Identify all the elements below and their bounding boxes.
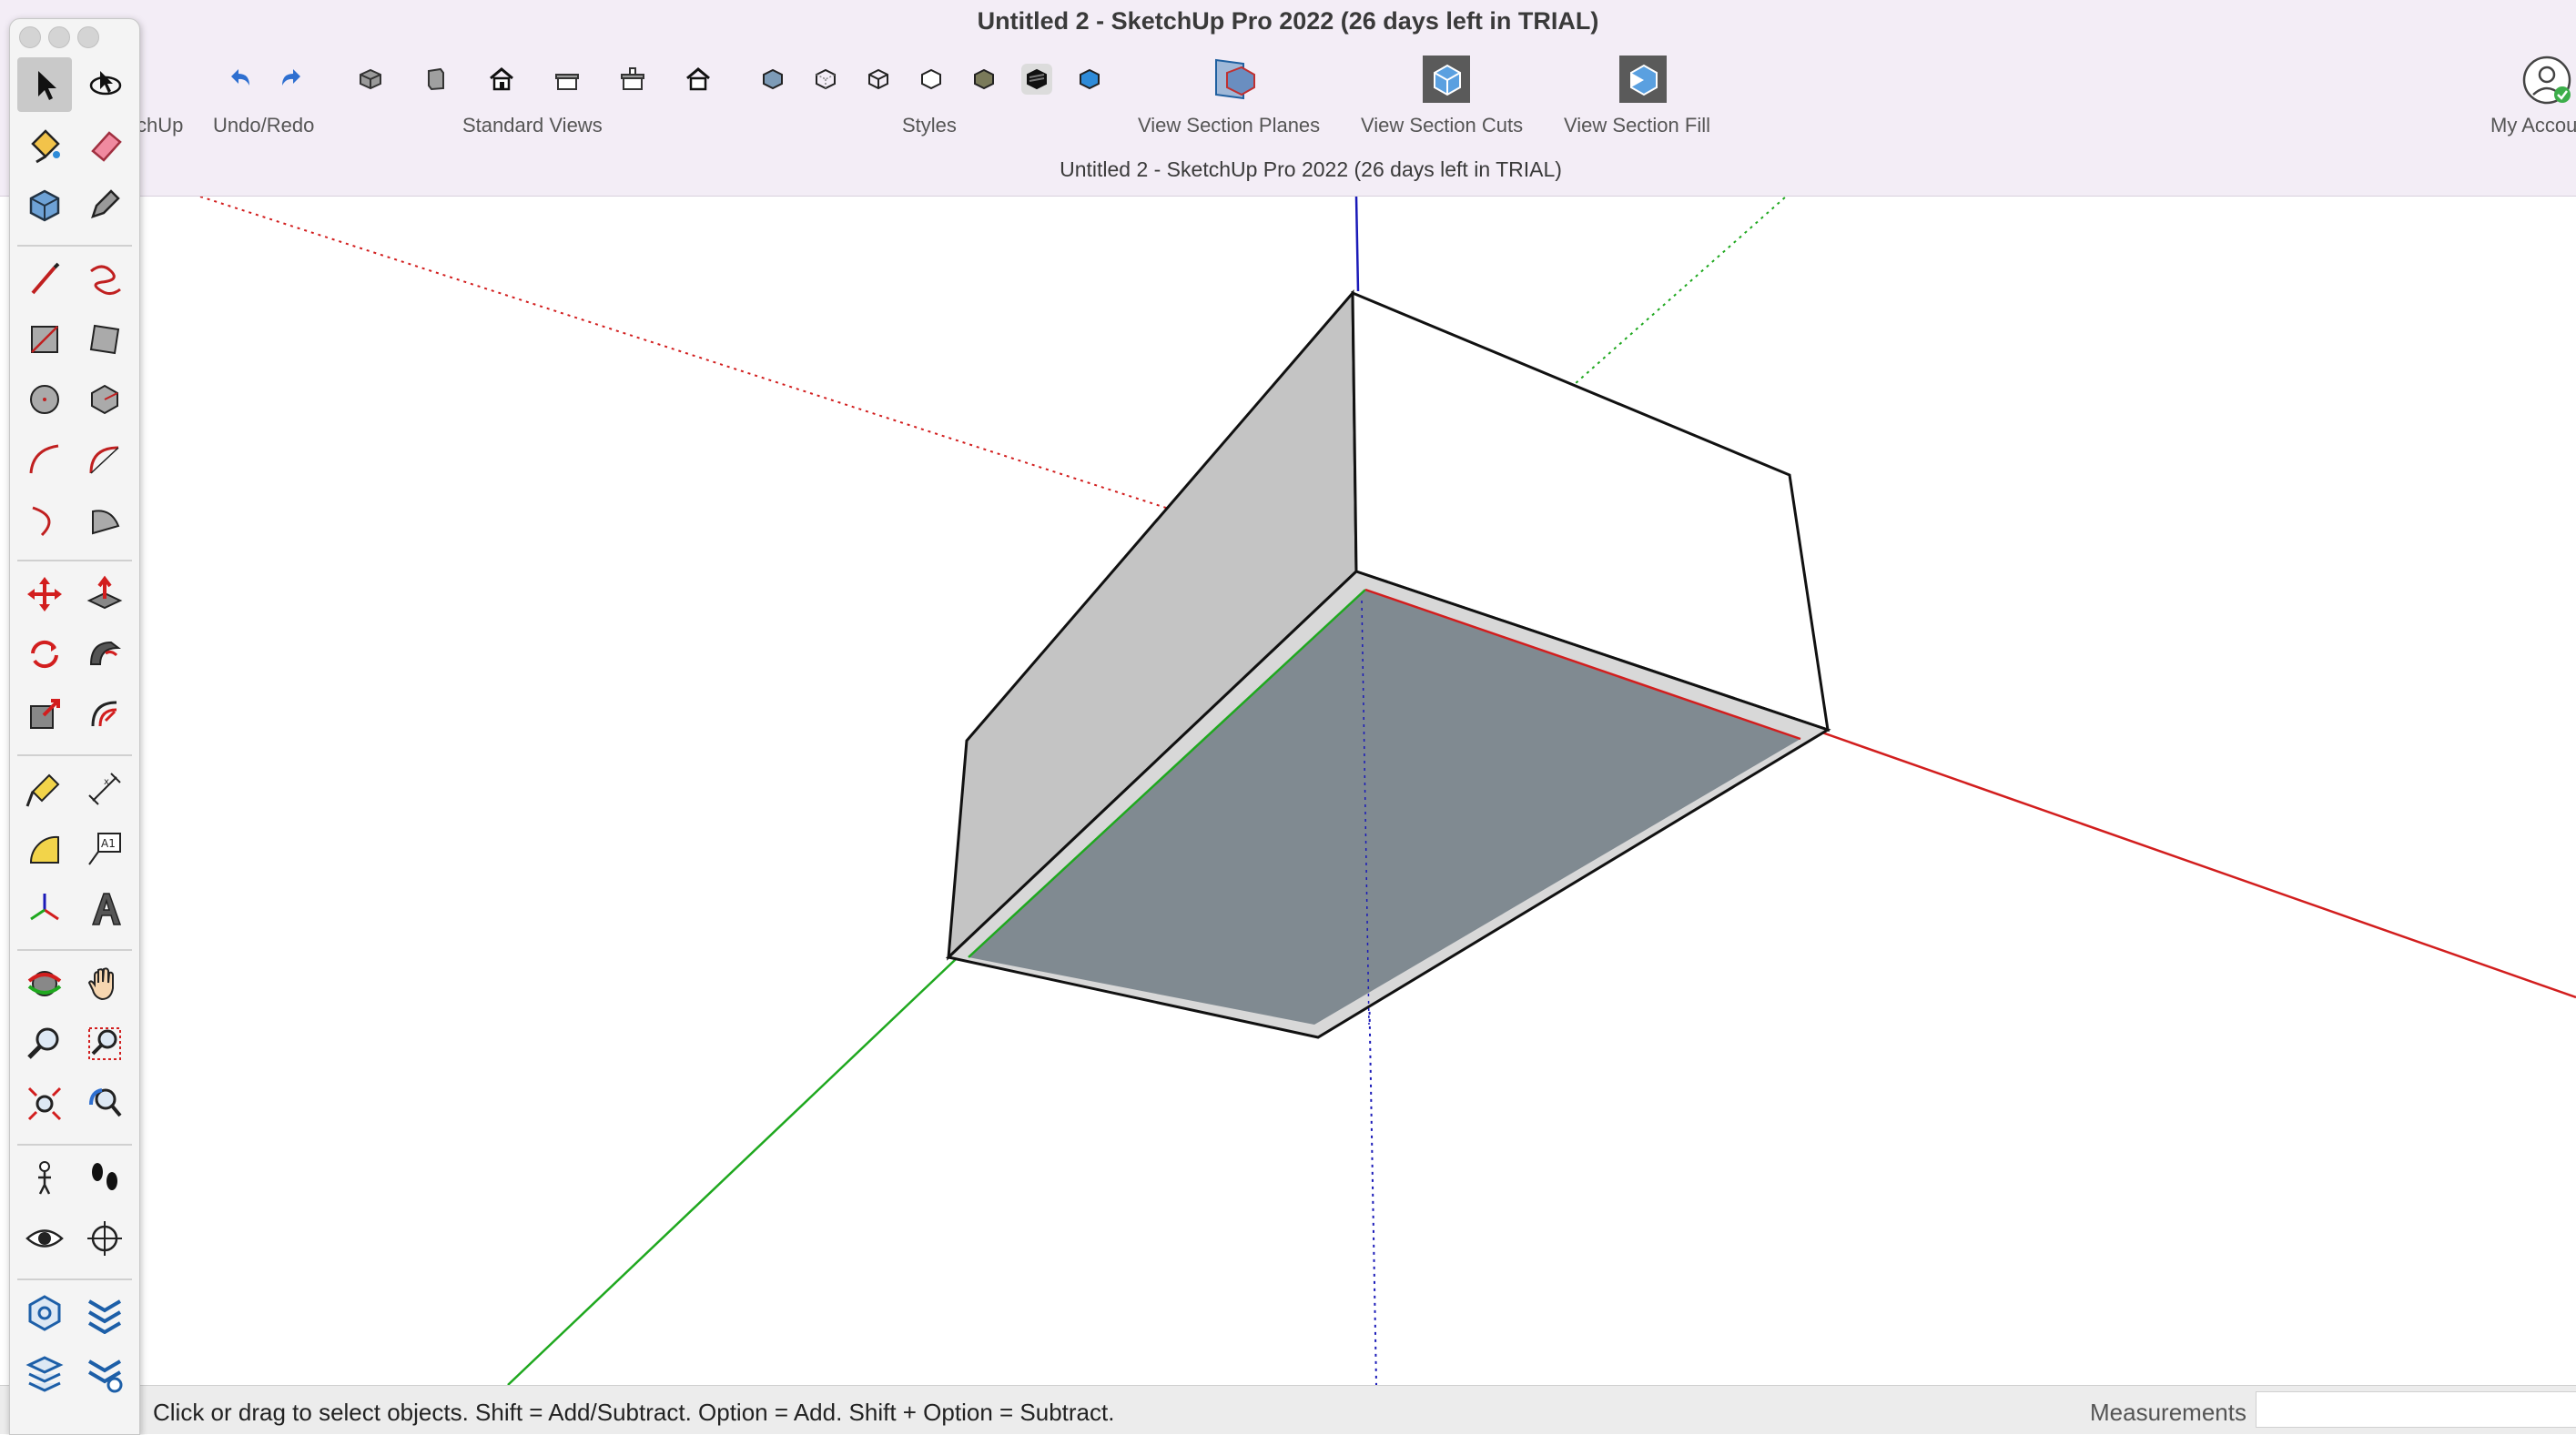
tape-measure-tool[interactable] <box>17 762 72 816</box>
3d-warehouse-icon[interactable] <box>17 1346 72 1400</box>
box-model[interactable] <box>945 289 1831 1039</box>
palette-zoom-button[interactable] <box>77 26 99 48</box>
back-view-icon[interactable] <box>617 64 648 95</box>
palette-separator <box>17 1278 132 1280</box>
dimension-tool[interactable]: x <box>77 762 132 816</box>
paint-bucket-tool[interactable] <box>17 117 72 172</box>
monochrome-style-icon[interactable] <box>1074 64 1105 95</box>
rotated-rectangle-tool[interactable] <box>77 312 132 367</box>
palette-minimize-button[interactable] <box>48 26 70 48</box>
svg-text:A1: A1 <box>101 837 116 850</box>
two-point-arc-tool[interactable] <box>77 432 132 487</box>
blue-axis <box>1354 197 1360 292</box>
toolbar-group-undo-redo-label: Undo/Redo <box>213 114 315 136</box>
extension-settings-icon[interactable] <box>77 1346 132 1400</box>
svg-text:x: x <box>104 777 109 787</box>
rotate-tool[interactable] <box>17 627 72 682</box>
palette-separator <box>17 949 132 951</box>
select-tool[interactable] <box>17 57 72 112</box>
drawing-viewport[interactable] <box>0 197 2576 1385</box>
position-camera-tool[interactable] <box>17 1151 72 1206</box>
xray-style-icon[interactable] <box>757 64 788 95</box>
shaded-textures-style-icon[interactable] <box>1021 64 1052 95</box>
extension-warehouse-icon[interactable] <box>17 1286 72 1340</box>
section-plane-tool[interactable] <box>77 1211 132 1266</box>
three-point-arc-tool[interactable] <box>17 492 72 547</box>
toolbar-group-section-planes-label: View Section Planes <box>1138 114 1321 136</box>
palette-separator <box>17 560 132 561</box>
line-tool[interactable] <box>17 252 72 307</box>
back-edges-style-icon[interactable] <box>810 64 841 95</box>
wireframe-style-icon[interactable] <box>863 64 894 95</box>
freehand-tool[interactable] <box>77 252 132 307</box>
push-pull-tool[interactable] <box>77 567 132 621</box>
lasso-select-tool[interactable] <box>77 57 132 112</box>
rectangle-tool[interactable] <box>17 312 72 367</box>
tag-tool[interactable] <box>77 177 132 232</box>
follow-me-tool[interactable] <box>77 627 132 682</box>
scale-tool[interactable] <box>17 687 72 742</box>
zoom-tool[interactable] <box>17 1016 72 1071</box>
palette-close-button[interactable] <box>19 26 41 48</box>
account-icon[interactable] <box>2521 55 2572 106</box>
axes-tool[interactable] <box>17 882 72 936</box>
toolbar-group-styles-label: Styles <box>902 114 957 136</box>
pan-tool[interactable] <box>77 956 132 1011</box>
zoom-extents-tool[interactable] <box>17 1076 72 1131</box>
section-planes-icon[interactable] <box>1211 55 1260 104</box>
hidden-line-style-icon[interactable] <box>916 64 947 95</box>
offset-tool[interactable] <box>77 687 132 742</box>
window-title: Untitled 2 - SketchUp Pro 2022 (26 days … <box>977 7 1599 35</box>
top-view-icon[interactable] <box>421 64 451 95</box>
home-view-icon[interactable] <box>683 64 714 95</box>
toolbar-group-account-label: My Accou <box>2490 114 2576 136</box>
eraser-tool[interactable] <box>77 117 132 172</box>
move-tool[interactable] <box>17 567 72 621</box>
iso-view-icon[interactable] <box>355 64 386 95</box>
shaded-style-icon[interactable] <box>969 64 999 95</box>
section-fill-icon[interactable] <box>1618 55 1668 104</box>
arc-tool[interactable] <box>17 432 72 487</box>
front-view-icon[interactable] <box>486 64 517 95</box>
orbit-tool[interactable] <box>17 956 72 1011</box>
palette-separator <box>17 245 132 247</box>
large-tool-set-palette: x A1 <box>9 18 140 1435</box>
pie-tool[interactable] <box>77 492 132 547</box>
measurements-label: Measurements <box>2090 1399 2246 1426</box>
look-around-tool[interactable] <box>17 1211 72 1266</box>
palette-separator <box>17 754 132 756</box>
polygon-tool[interactable] <box>77 372 132 427</box>
extension-manager-icon[interactable] <box>77 1286 132 1340</box>
right-view-icon[interactable] <box>552 64 583 95</box>
toolbar-group-sketchup-label: chUp <box>137 114 184 136</box>
circle-tool[interactable] <box>17 372 72 427</box>
zoom-window-tool[interactable] <box>77 1016 132 1071</box>
previous-view-tool[interactable] <box>77 1076 132 1131</box>
undo-icon[interactable] <box>224 64 255 95</box>
protractor-tool[interactable] <box>17 822 72 876</box>
palette-separator <box>17 1144 132 1146</box>
text-tool[interactable]: A1 <box>77 822 132 876</box>
toolbar-group-standard-views-label: Standard Views <box>462 114 603 136</box>
walk-tool[interactable] <box>77 1151 132 1206</box>
component-tool[interactable] <box>17 177 72 232</box>
status-bar: Click or drag to select objects. Shift =… <box>0 1385 2576 1434</box>
toolbar-group-section-fill-label: View Section Fill <box>1564 114 1710 136</box>
document-title: Untitled 2 - SketchUp Pro 2022 (26 days … <box>1060 157 1562 181</box>
measurements-input[interactable] <box>2256 1391 2576 1428</box>
main-toolbar: Untitled 2 - SketchUp Pro 2022 (26 days … <box>0 0 2576 197</box>
status-hint: Click or drag to select objects. Shift =… <box>153 1399 1115 1426</box>
redo-icon[interactable] <box>277 64 308 95</box>
section-cuts-icon[interactable] <box>1422 55 1471 104</box>
toolbar-group-section-cuts-label: View Section Cuts <box>1361 114 1524 136</box>
3d-text-tool[interactable] <box>77 882 132 936</box>
